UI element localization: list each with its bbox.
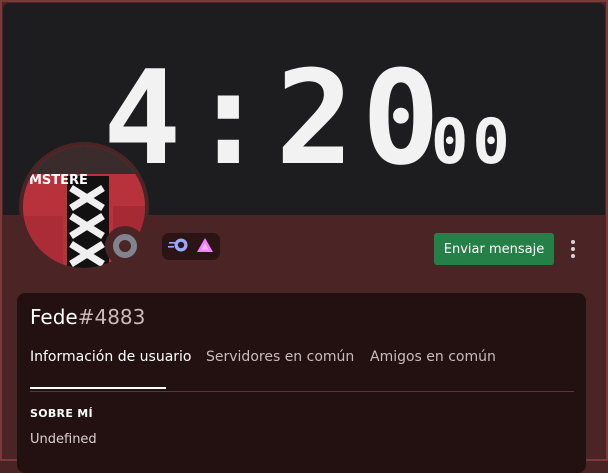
avatar-text: MSTERE [29,173,88,188]
about-me-title: SOBRE MÍ [30,407,93,420]
status-offline-icon [105,226,145,266]
username-name: Fede [30,305,78,329]
hypesquad-badge-icon[interactable] [196,237,214,257]
about-me-text: Undefined [30,432,97,447]
username: Fede#4883 [30,305,145,329]
profile-badges [162,233,220,260]
active-tab-indicator [30,387,166,389]
username-discriminator: #4883 [77,305,146,329]
send-message-button[interactable]: Enviar mensaje [434,233,554,265]
clock-seconds: 00 [431,105,514,178]
profile-tabs: Información de usuario Servidores en com… [30,349,574,392]
tab-user-info[interactable]: Información de usuario [30,349,191,365]
nitro-badge-icon[interactable] [168,237,190,257]
more-options-icon[interactable] [566,236,580,262]
clock-main: 4:20 [103,42,448,194]
tab-mutual-servers[interactable]: Servidores en común [206,349,354,365]
tab-mutual-friends[interactable]: Amigos en común [370,349,496,365]
